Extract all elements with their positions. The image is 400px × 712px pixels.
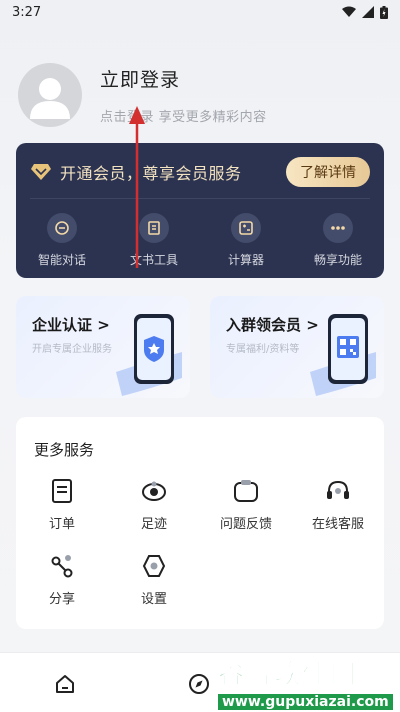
footprint-icon [140,477,168,505]
vip-item-chat[interactable]: 智能对话 [16,213,108,268]
login-title[interactable]: 立即登录 [100,65,267,92]
watermark-logo: 谷普软件园 www.gupuxiazai.com [218,654,398,710]
chat-icon [47,213,77,243]
avatar[interactable] [18,63,82,127]
status-icons [342,5,388,19]
service-settings[interactable]: 设置 [108,552,200,607]
document-tool-icon [139,213,169,243]
status-bar: 3:27 [0,0,400,24]
chevron-right-icon: > [97,316,110,334]
vip-item-label: 畅享功能 [313,253,362,267]
services-title: 更多服务 [34,441,95,459]
user-icon [30,78,70,119]
vip-item-label: 文书工具 [129,253,178,267]
vip-item-document-tool[interactable]: 文书工具 [108,213,200,268]
service-order[interactable]: 订单 [16,477,108,532]
headset-icon [324,477,352,505]
vip-item-more[interactable]: 畅享功能 [292,213,384,268]
divider [30,198,370,199]
promo-title-text: 入群领会员 [226,316,302,334]
phone-qrcode-illustration [310,314,376,396]
service-feedback[interactable]: 问题反馈 [200,477,292,532]
vip-card: 开通会员，尊享会员服务 了解详情 智能对话 文书工具 计算器 畅享功能 [16,143,384,278]
vip-details-button[interactable]: 了解详情 [286,157,370,187]
service-label: 订单 [48,517,75,532]
settings-icon [140,552,168,580]
promo-title: 入群领会员 > [226,314,319,335]
home-icon[interactable] [54,673,76,695]
watermark-url: www.gupuxiazai.com [218,694,393,710]
order-icon [48,477,76,505]
service-label: 在线客服 [311,517,364,532]
phone-shield-illustration [116,314,182,396]
more-services-panel: 更多服务 订单 足迹 问题反馈 在线客服 分享 设置 [16,417,384,629]
vip-item-label: 计算器 [227,253,264,267]
feedback-icon [232,477,260,505]
service-label: 分享 [48,592,75,607]
promo-title: 企业认证 > [32,314,110,335]
service-label: 设置 [140,592,167,607]
battery-icon [380,5,388,19]
promo-subtitle: 专属福利/资料等 [226,344,300,355]
compass-icon[interactable] [188,673,210,695]
signal-icon [362,6,374,18]
vip-item-label: 智能对话 [37,253,86,267]
promo-title-text: 企业认证 [32,316,93,334]
watermark-text: 谷普软件园 [218,660,359,691]
login-profile[interactable]: 立即登录 点击登录 享受更多精彩内容 [18,62,382,128]
service-label: 足迹 [140,517,167,532]
vip-title: 开通会员，尊享会员服务 [60,164,242,183]
service-label: 问题反馈 [219,517,272,532]
status-time: 3:27 [12,4,42,20]
more-dots-icon [323,213,353,243]
join-group-card[interactable]: 入群领会员 > 专属福利/资料等 [210,296,384,398]
enterprise-certification-card[interactable]: 企业认证 > 开启专属企业服务 [16,296,190,398]
service-online-support[interactable]: 在线客服 [292,477,384,532]
service-share[interactable]: 分享 [16,552,108,607]
promo-subtitle: 开启专属企业服务 [32,344,112,355]
share-icon [48,552,76,580]
service-footprint[interactable]: 足迹 [108,477,200,532]
wifi-icon [342,6,356,17]
diamond-icon [31,164,51,180]
login-subtitle: 点击登录 享受更多精彩内容 [100,110,267,125]
calculator-icon [231,213,261,243]
vip-item-calculator[interactable]: 计算器 [200,213,292,268]
